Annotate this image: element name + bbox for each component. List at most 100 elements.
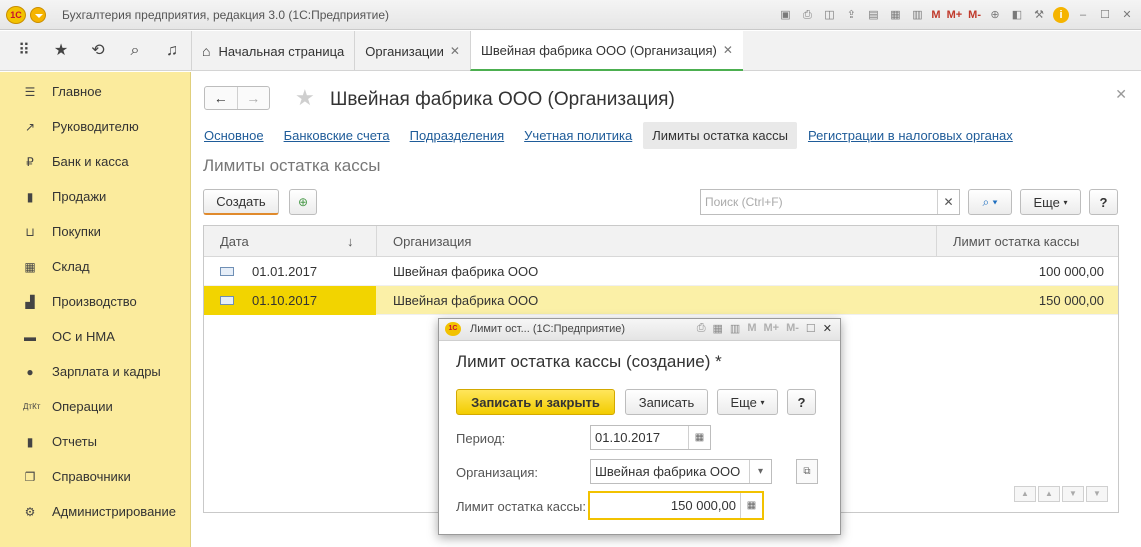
copy-button[interactable]: ⊕ bbox=[289, 189, 317, 215]
cell-limit: 150 000,00 bbox=[1038, 293, 1104, 308]
cell-organization: Швейная фабрика ООО bbox=[393, 293, 539, 308]
history-icon[interactable]: ▤ bbox=[865, 7, 881, 23]
cell-organization: Швейная фабрика ООО bbox=[393, 264, 539, 279]
memory-m-button[interactable]: M bbox=[747, 322, 756, 335]
print-icon[interactable]: ⎙ bbox=[697, 322, 706, 335]
print-icon[interactable]: ⎙ bbox=[799, 7, 815, 23]
bell-icon[interactable]: ♫ bbox=[162, 41, 182, 61]
title-toolbar: ▣ ⎙ ◫ ⇪ ▤ ▦ ▥ M M+ M- ⊕ ◧ ⚒ i – ☐ ✕ bbox=[777, 6, 1135, 24]
sidebar-item-manager[interactable]: ↗ Руководителю bbox=[0, 109, 191, 144]
1c-logo-icon: 1С bbox=[445, 322, 461, 336]
main-menu-button[interactable] bbox=[30, 7, 46, 23]
dialog-help-button[interactable]: ? bbox=[787, 389, 816, 415]
scroll-up-icon[interactable]: ▲ bbox=[1038, 486, 1060, 502]
period-field[interactable]: 01.10.2017 ▦ bbox=[590, 425, 711, 450]
info-icon[interactable]: i bbox=[1053, 7, 1069, 23]
calculator-icon[interactable]: ▦ bbox=[713, 322, 723, 335]
panels-icon[interactable]: ◧ bbox=[1009, 7, 1025, 23]
calculator-icon[interactable]: ▦ bbox=[887, 7, 903, 23]
sidebar-item-production[interactable]: ▟ Производство bbox=[0, 284, 191, 319]
memory-m-button[interactable]: M bbox=[931, 7, 940, 23]
preview-icon[interactable]: ◫ bbox=[821, 7, 837, 23]
link-bank-accounts[interactable]: Банковские счета bbox=[284, 128, 390, 143]
close-window-icon[interactable]: ✕ bbox=[1119, 7, 1135, 23]
calendar-icon[interactable]: ▥ bbox=[909, 7, 925, 23]
link-main[interactable]: Основное bbox=[204, 128, 264, 143]
tab-organization-card[interactable]: Швейная фабрика ООО (Организация) ✕ bbox=[469, 31, 743, 71]
close-tab-icon[interactable]: ✕ bbox=[450, 44, 460, 58]
tab-label: Организации bbox=[365, 43, 444, 59]
column-date[interactable]: Дата bbox=[220, 226, 249, 257]
more-button[interactable]: Еще ▾ bbox=[1020, 189, 1081, 215]
column-limit[interactable]: Лимит остатка кассы bbox=[936, 226, 1118, 257]
back-arrow-icon[interactable]: ← bbox=[205, 87, 237, 109]
chevron-down-icon: ▾ bbox=[1063, 197, 1068, 207]
save-button[interactable]: Записать bbox=[625, 389, 708, 415]
scroll-down-icon[interactable]: ▼ bbox=[1062, 486, 1084, 502]
favorites-star-icon[interactable]: ★ bbox=[51, 41, 71, 61]
link-cash-limits[interactable]: Лимиты остатка кассы bbox=[643, 121, 797, 149]
memory-plus-button[interactable]: M+ bbox=[763, 322, 779, 335]
memory-minus-button[interactable]: M- bbox=[786, 322, 799, 335]
calendar-picker-icon[interactable]: ▦ bbox=[688, 426, 710, 449]
sidebar-item-warehouse[interactable]: ▦ Склад bbox=[0, 249, 191, 284]
sidebar-item-main[interactable]: ☰ Главное bbox=[0, 74, 191, 109]
sidebar-item-sales[interactable]: ▮ Продажи bbox=[0, 179, 191, 214]
menu-lines-icon: ☰ bbox=[24, 84, 36, 99]
sidebar-item-purchases[interactable]: ⊔ Покупки bbox=[0, 214, 191, 249]
tab-home[interactable]: ⌂ Начальная страница bbox=[191, 31, 354, 71]
sidebar-item-assets[interactable]: ▬ ОС и НМА bbox=[0, 319, 191, 354]
close-form-icon[interactable]: ✕ bbox=[1115, 86, 1127, 103]
organization-field[interactable]: Швейная фабрика ООО ▾ bbox=[590, 459, 772, 484]
sidebar-item-admin[interactable]: ⚙ Администрирование bbox=[0, 494, 191, 529]
limit-field[interactable]: 150 000,00 ▦ bbox=[588, 491, 764, 520]
maximize-icon[interactable]: ☐ bbox=[806, 322, 816, 335]
close-dialog-icon[interactable]: ✕ bbox=[823, 322, 832, 335]
memory-plus-button[interactable]: M+ bbox=[947, 7, 963, 23]
open-organization-icon[interactable]: ⧉ bbox=[796, 459, 818, 484]
save-and-close-button[interactable]: Записать и закрыть bbox=[456, 389, 615, 415]
sidebar-item-reports[interactable]: ▮ Отчеты bbox=[0, 424, 191, 459]
period-value: 01.10.2017 bbox=[595, 430, 661, 445]
scroll-bottom-icon[interactable]: ▼ bbox=[1086, 486, 1108, 502]
create-button[interactable]: Создать bbox=[203, 189, 279, 215]
dropdown-arrow-icon[interactable]: ▾ bbox=[749, 460, 771, 483]
memory-minus-button[interactable]: M- bbox=[968, 7, 981, 23]
link-departments[interactable]: Подразделения bbox=[410, 128, 505, 143]
factory-icon: ▟ bbox=[25, 294, 35, 309]
dialog-bar-icons: ⎙ ▦ ▥ M M+ M- ☐ ✕ bbox=[697, 322, 832, 335]
limit-label: Лимит остатка кассы: bbox=[456, 499, 586, 514]
search-input[interactable]: Поиск (Ctrl+F) ✕ bbox=[700, 189, 960, 215]
table-row-selected[interactable]: 01.10.2017 Швейная фабрика ООО 150 000,0… bbox=[204, 286, 1118, 315]
sidebar-item-operations[interactable]: ДтКт Операции bbox=[0, 389, 191, 424]
close-tab-icon[interactable]: ✕ bbox=[723, 43, 733, 57]
sidebar-item-bank[interactable]: ₽ Банк и касса bbox=[0, 144, 191, 179]
apps-grid-icon[interactable]: ⠿ bbox=[14, 41, 34, 61]
link-tax-registrations[interactable]: Регистрации в налоговых органах bbox=[808, 128, 1013, 143]
link-accounting-policy[interactable]: Учетная политика bbox=[524, 128, 632, 143]
help-button[interactable]: ? bbox=[1089, 189, 1118, 215]
find-button[interactable]: ⌕ ▾ bbox=[968, 189, 1012, 215]
sidebar-item-salary[interactable]: ● Зарплата и кадры bbox=[0, 354, 191, 389]
calendar-icon[interactable]: ▥ bbox=[730, 322, 740, 335]
calculator-icon[interactable]: ▦ bbox=[740, 493, 762, 518]
scroll-top-icon[interactable]: ▲ bbox=[1014, 486, 1036, 502]
tab-organizations[interactable]: Организации ✕ bbox=[354, 31, 470, 71]
column-organization[interactable]: Организация bbox=[376, 226, 936, 257]
tools-icon[interactable]: ⚒ bbox=[1031, 7, 1047, 23]
clear-search-icon[interactable]: ✕ bbox=[937, 190, 959, 214]
sidebar-item-references[interactable]: ❐ Справочники bbox=[0, 459, 191, 494]
dialog-more-button[interactable]: Еще ▾ bbox=[717, 389, 778, 415]
search-icon[interactable]: ⌕ bbox=[125, 41, 145, 61]
zoom-icon[interactable]: ⊕ bbox=[987, 7, 1003, 23]
history-clock-icon[interactable]: ⟲ bbox=[88, 41, 108, 61]
favorite-star-icon[interactable]: ★ bbox=[295, 85, 315, 111]
maximize-icon[interactable]: ☐ bbox=[1097, 7, 1113, 23]
save-icon[interactable]: ▣ bbox=[777, 7, 793, 23]
title-bar: 1С Бухгалтерия предприятия, редакция 3.0… bbox=[0, 0, 1141, 30]
minimize-icon[interactable]: – bbox=[1075, 7, 1091, 23]
home-icon: ⌂ bbox=[202, 43, 211, 59]
forward-arrow-icon[interactable]: → bbox=[236, 87, 270, 109]
link-icon[interactable]: ⇪ bbox=[843, 7, 859, 23]
table-row[interactable]: 01.01.2017 Швейная фабрика ООО 100 000,0… bbox=[204, 257, 1118, 286]
